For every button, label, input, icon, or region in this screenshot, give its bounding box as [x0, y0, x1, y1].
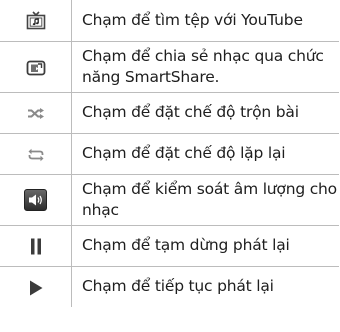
volume-icon: [24, 188, 47, 211]
table-row-volume: Chạm để kiểm soát âm lượng cho nhạc: [0, 174, 339, 225]
row-description: Chạm để đặt chế độ trộn bài: [82, 103, 299, 121]
youtube-music-icon: [26, 11, 46, 30]
shuffle-icon: [27, 108, 45, 119]
row-description: Chạm để tạm dừng phát lại: [82, 236, 290, 254]
table-row-shuffle: Chạm để đặt chế độ trộn bài: [0, 92, 339, 133]
row-description: Chạm để kiểm soát âm lượng cho nhạc: [82, 179, 337, 219]
table-row-smartshare: Chạm để chia sẻ nhạc qua chức năng Smart…: [0, 41, 339, 92]
row-description: Chạm để đặt chế độ lặp lại: [82, 144, 286, 162]
table-row-pause: Chạm để tạm dừng phát lại: [0, 225, 339, 266]
row-description: Chạm để chia sẻ nhạc qua chức năng Smart…: [82, 46, 324, 86]
table-row-play: Chạm để tiếp tục phát lại: [0, 266, 339, 307]
table-row-repeat: Chạm để đặt chế độ lặp lại: [0, 133, 339, 174]
row-description: Chạm để tìm tệp với YouTube: [82, 10, 303, 29]
pause-icon: [29, 238, 43, 255]
repeat-icon: [27, 148, 45, 162]
smartshare-icon: [26, 60, 46, 76]
table-row-youtube: Chạm để tìm tệp với YouTube: [0, 0, 339, 41]
icon-reference-table: Chạm để tìm tệp với YouTube Chạm để chia…: [0, 0, 339, 307]
play-icon: [29, 280, 43, 296]
row-description: Chạm để tiếp tục phát lại: [82, 277, 274, 296]
